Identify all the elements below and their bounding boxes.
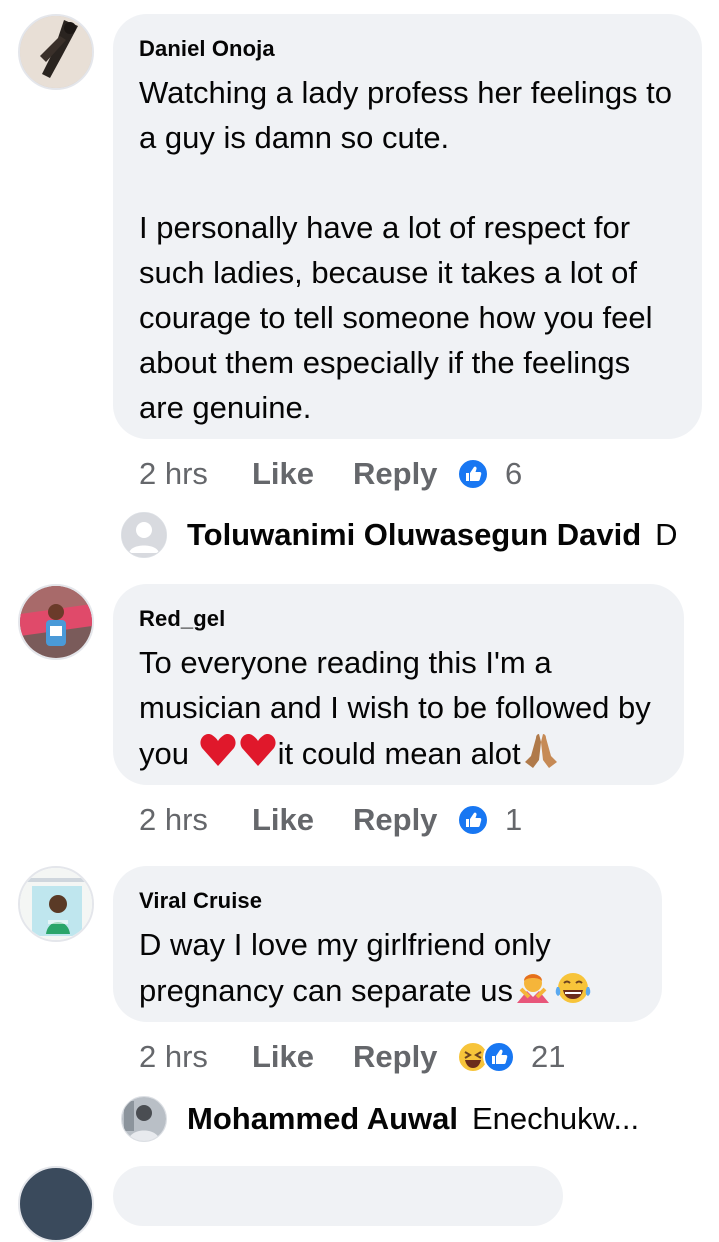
reaction-count: 1 <box>505 802 523 837</box>
person-gesturing-no-icon <box>516 974 549 1003</box>
reply-preview[interactable]: Toluwanimi Oluwasegun David D <box>121 512 686 558</box>
avatar[interactable] <box>18 1166 94 1242</box>
reaction-count: 6 <box>505 456 523 491</box>
reply-text: D <box>655 517 678 552</box>
comment-author[interactable]: Viral Cruise <box>139 888 636 914</box>
reaction-summary[interactable]: 6 <box>457 456 522 492</box>
like-button[interactable]: Like <box>252 1039 353 1075</box>
comment-actions: 2 hrs Like Reply 6 <box>139 454 522 494</box>
avatar[interactable] <box>18 14 94 90</box>
comment-author[interactable]: Daniel Onoja <box>139 36 676 62</box>
folded-hands-icon <box>524 734 557 768</box>
reply-button[interactable]: Reply <box>353 456 457 492</box>
like-reaction-icon <box>483 1041 515 1073</box>
comment-bubble: Daniel Onoja Watching a lady profess her… <box>113 14 702 439</box>
like-button[interactable]: Like <box>252 802 353 838</box>
like-reaction-icon <box>457 458 489 490</box>
comment-paragraph: Watching a lady profess her feelings to … <box>139 75 673 155</box>
reply-author[interactable]: Toluwanimi Oluwasegun David <box>187 517 641 553</box>
red-heart-icon <box>240 734 276 766</box>
comment-text: Watching a lady profess her feelings to … <box>139 70 676 430</box>
tears-of-joy-icon <box>555 973 591 1003</box>
red-heart-icon <box>200 734 236 766</box>
avatar[interactable] <box>18 584 94 660</box>
reaction-summary[interactable]: 1 <box>457 802 522 838</box>
comment-time[interactable]: 2 hrs <box>139 802 252 838</box>
reaction-count: 21 <box>531 1039 566 1074</box>
reaction-summary[interactable]: 21 <box>457 1039 565 1075</box>
comment-bubble: Red_gel To everyone reading this I'm a m… <box>113 584 684 785</box>
comment-text: D way I love my girlfriend only pregnanc… <box>139 922 636 1013</box>
comment-text-part: it could mean alot <box>277 736 521 771</box>
reply-button[interactable]: Reply <box>353 802 457 838</box>
comment-bubble <box>113 1166 563 1226</box>
avatar[interactable] <box>121 1096 167 1142</box>
comment-author[interactable]: Red_gel <box>139 606 658 632</box>
comment-text: To everyone reading this I'm a musician … <box>139 640 658 776</box>
comment-actions: 2 hrs Like Reply 1 <box>139 800 522 840</box>
reply-author[interactable]: Mohammed Auwal <box>187 1101 458 1137</box>
avatar[interactable] <box>18 866 94 942</box>
like-reaction-icon <box>457 804 489 836</box>
reply-button[interactable]: Reply <box>353 1039 457 1075</box>
reply-preview[interactable]: Mohammed Auwal Enechukw... <box>121 1096 681 1142</box>
comment-bubble: Viral Cruise D way I love my girlfriend … <box>113 866 662 1022</box>
comment-time[interactable]: 2 hrs <box>139 456 252 492</box>
comment-actions: 2 hrs Like Reply 21 <box>139 1037 565 1077</box>
avatar[interactable] <box>121 512 167 558</box>
comment-text-part: D way I love my girlfriend only pregnanc… <box>139 927 551 1008</box>
reply-text: Enechukw... <box>472 1101 640 1136</box>
like-button[interactable]: Like <box>252 456 353 492</box>
comment-time[interactable]: 2 hrs <box>139 1039 252 1075</box>
comment-paragraph: I personally have a lot of respect for s… <box>139 210 653 425</box>
